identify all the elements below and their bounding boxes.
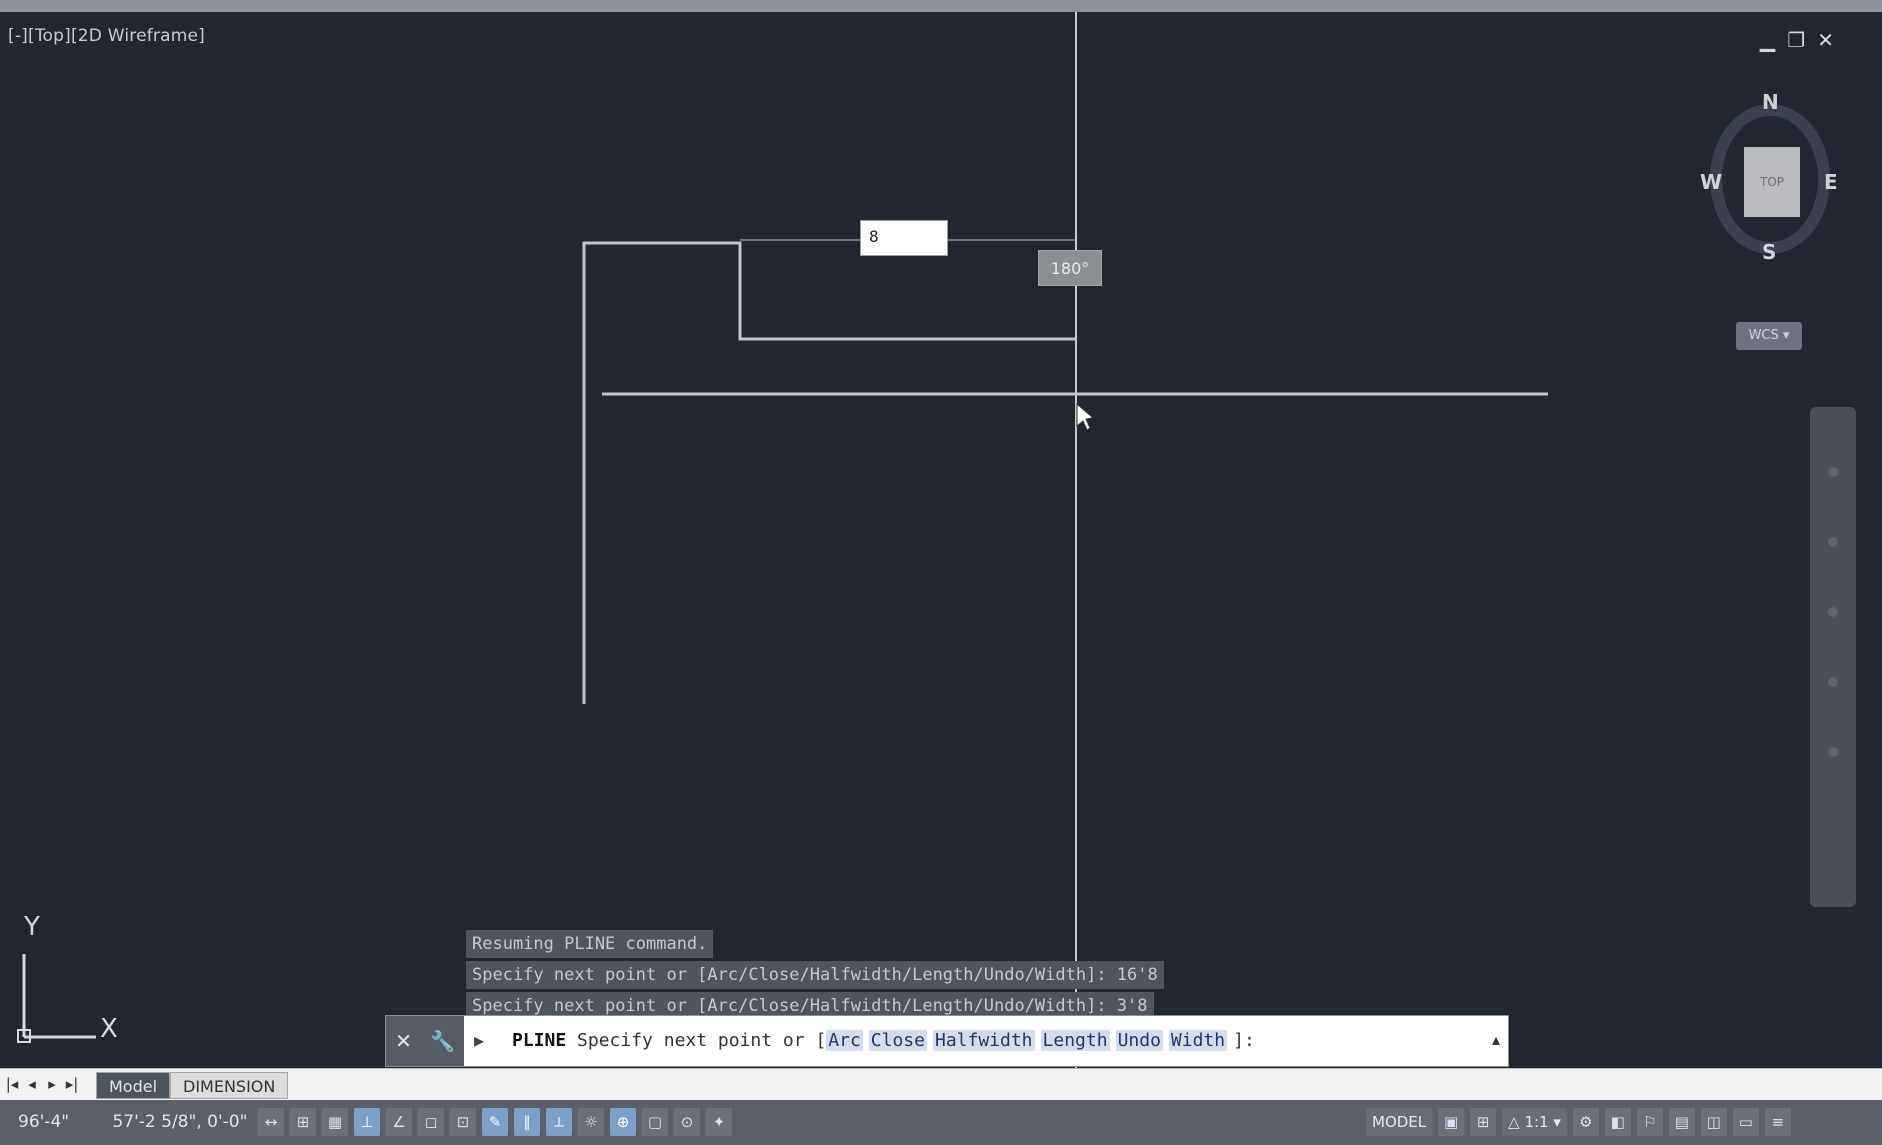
coordinate-readout[interactable]: 96'-4" 57'-2 5/8", 0'-0" (18, 1112, 285, 1132)
command-history-line: Specify next point or [Arc/Close/Halfwid… (466, 961, 1164, 989)
status-bar: 96'-4" 57'-2 5/8", 0'-0" ↔ ⊞ ▦ ⊥ ∠ ◻ ⊡ ✎… (0, 1100, 1882, 1145)
command-history-scroll-icon[interactable]: ▴ (1492, 1030, 1500, 1049)
dynamic-input-icon[interactable]: ⟂ (546, 1108, 572, 1136)
option-undo[interactable]: Undo (1115, 1030, 1163, 1051)
model-space-button[interactable]: MODEL (1366, 1108, 1433, 1136)
workspace-switching-icon[interactable]: ⚙ (1572, 1108, 1599, 1136)
quick-view-drawings-icon[interactable]: ⊞ (1470, 1108, 1497, 1136)
command-prompt-text: Specify next point or [ (577, 1030, 827, 1051)
lock-ui-icon[interactable]: ◧ (1604, 1108, 1631, 1136)
navigation-bar[interactable] (1810, 407, 1856, 907)
compass-east[interactable]: E (1824, 170, 1838, 194)
nav-zoom-icon[interactable] (1828, 607, 1838, 617)
command-history: Resuming PLINE command. Specify next poi… (466, 930, 1164, 1023)
object-snap-tracking-icon[interactable]: ✎ (482, 1108, 508, 1136)
dynamic-input-field[interactable]: 8 (860, 220, 948, 256)
drawing-viewport[interactable]: [-][Top][2D Wireframe] ▁ ❐ ✕ 8 180° N S … (0, 12, 1862, 1068)
command-line-tools: ✕ 🔧 (386, 1016, 464, 1066)
status-bar-right: MODEL ▣ ⊞ △ 1:1 ▾ ⚙ ◧ ⚐ ▤ ◫ ▭ ≡ (1366, 1108, 1791, 1136)
recent-commands-icon[interactable]: ▸ (474, 1028, 484, 1052)
infer-constraints-icon[interactable]: ↔ (258, 1108, 284, 1136)
ucs-x-label: X (100, 1014, 118, 1044)
viewcube-top-face[interactable]: TOP (1744, 147, 1800, 217)
dynamic-ucs-icon[interactable]: ∥ (514, 1108, 540, 1136)
wrench-icon[interactable]: 🔧 (430, 1029, 455, 1053)
nav-showmotion-icon[interactable] (1828, 747, 1838, 757)
tab-last-arrow-icon[interactable]: ▸| (64, 1075, 80, 1093)
nav-pan-icon[interactable] (1828, 537, 1838, 547)
drafting-toggles: ↔ ⊞ ▦ ⊥ ∠ ◻ ⊡ ✎ ∥ ⟂ ☼ ⊕ ▢ ⊙ ✦ (258, 1108, 732, 1136)
layout-tabs: |◂ ◂ ▸ ▸| Model DIMENSION (0, 1068, 1882, 1101)
wcs-menu-button[interactable]: WCS ▾ (1736, 322, 1802, 350)
polar-tracking-icon[interactable]: ∠ (386, 1108, 412, 1136)
lineweight-icon[interactable]: ☼ (578, 1108, 604, 1136)
command-prompt[interactable]: PLINE Specify next point or [Arc Close Hal… (512, 1030, 1255, 1051)
mouse-cursor (1076, 402, 1095, 431)
nav-steering-wheel-icon[interactable] (1828, 467, 1838, 477)
viewcube[interactable]: N S E W TOP (1700, 90, 1840, 270)
coordinate-x: 96'-4" (18, 1112, 70, 1132)
compass-west[interactable]: W (1700, 170, 1722, 194)
clean-screen-icon[interactable]: ◫ (1700, 1108, 1727, 1136)
close-icon[interactable]: ✕ (395, 1029, 412, 1053)
snap-mode-icon[interactable]: ⊞ (290, 1108, 316, 1136)
selection-cycling-icon[interactable]: ⊙ (674, 1108, 700, 1136)
tab-next-arrow-icon[interactable]: ▸ (44, 1075, 60, 1093)
ortho-mode-icon[interactable]: ⊥ (354, 1108, 380, 1136)
tab-dimension[interactable]: DIMENSION (170, 1072, 289, 1099)
drawing-geometry[interactable] (0, 12, 1862, 1068)
compass-north[interactable]: N (1762, 90, 1779, 114)
option-length[interactable]: Length (1040, 1030, 1110, 1051)
tab-prev-arrow-icon[interactable]: ◂ (24, 1075, 40, 1093)
grid-display-icon[interactable]: ▦ (322, 1108, 348, 1136)
option-halfwidth[interactable]: Halfwidth (932, 1030, 1035, 1051)
command-history-line: Resuming PLINE command. (466, 930, 714, 958)
tab-model[interactable]: Model (96, 1072, 171, 1099)
quick-view-layouts-icon[interactable]: ▣ (1438, 1108, 1465, 1136)
compass-south[interactable]: S (1762, 240, 1776, 264)
annotation-scale-dropdown[interactable]: △ 1:1 ▾ (1502, 1108, 1567, 1136)
command-name: PLINE (512, 1030, 567, 1051)
transparency-icon[interactable]: ⊕ (610, 1108, 636, 1136)
tab-first-arrow-icon[interactable]: |◂ (4, 1075, 20, 1093)
isolate-objects-icon[interactable]: ⚐ (1636, 1108, 1663, 1136)
polyline-left-wall (582, 241, 1075, 704)
option-arc[interactable]: Arc (826, 1030, 863, 1051)
hardware-acceleration-icon[interactable]: ▤ (1668, 1108, 1695, 1136)
option-width[interactable]: Width (1168, 1030, 1228, 1051)
window-top-strip (0, 0, 1882, 12)
coordinate-y: 57'-2 5/8", 0'-0" (112, 1112, 248, 1132)
object-snap-icon[interactable]: ◻ (418, 1108, 444, 1136)
option-close[interactable]: Close (868, 1030, 927, 1051)
quick-properties-icon[interactable]: ▢ (642, 1108, 668, 1136)
command-prompt-suffix: ]: (1233, 1030, 1255, 1051)
command-line[interactable]: ✕ 🔧 ▸ PLINE Specify next point or [Arc Cl… (386, 1016, 1508, 1066)
units-icon[interactable]: ▭ (1732, 1108, 1759, 1136)
dynamic-angle-tooltip: 180° (1038, 250, 1102, 286)
3d-object-snap-icon[interactable]: ⊡ (450, 1108, 476, 1136)
customization-menu-icon[interactable]: ≡ (1764, 1108, 1791, 1136)
annotation-monitor-icon[interactable]: ✦ (706, 1108, 732, 1136)
ucs-y-label: Y (24, 912, 40, 942)
nav-orbit-icon[interactable] (1828, 677, 1838, 687)
